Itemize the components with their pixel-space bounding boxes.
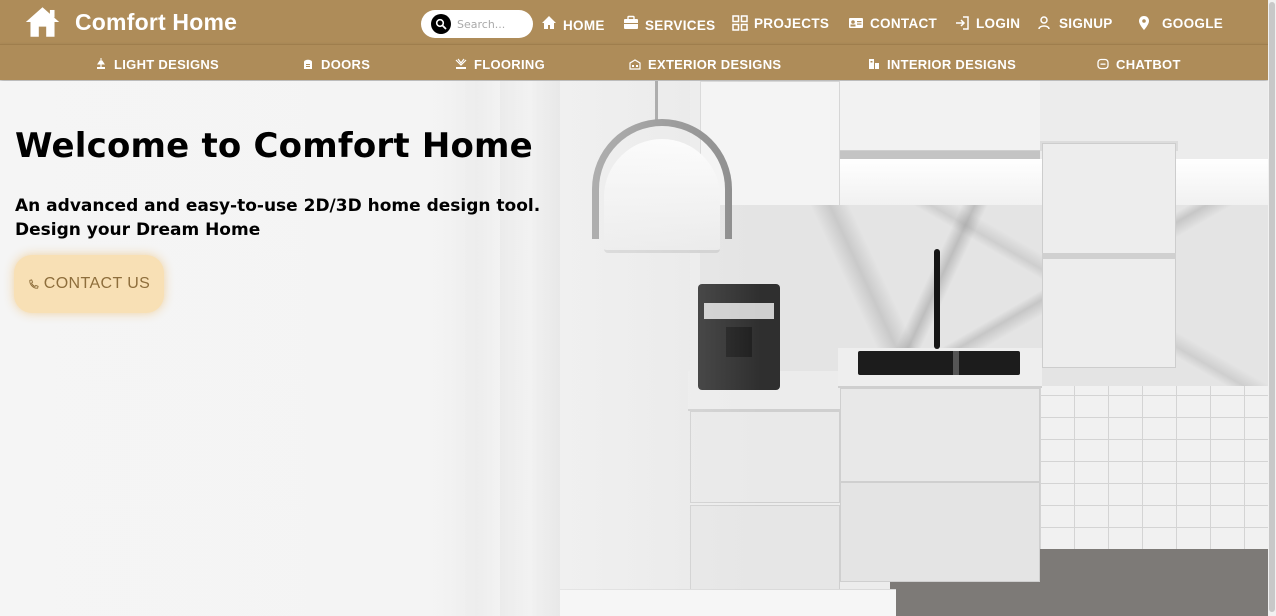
top-navbar: Comfort Home HOME SERVICES PROJECTS CONT… xyxy=(0,0,1268,44)
scene-faucet xyxy=(934,249,940,349)
chatbot-icon xyxy=(1097,58,1109,70)
nav-google-label: GOOGLE xyxy=(1162,15,1224,31)
lamp-icon xyxy=(97,58,105,69)
contact-us-button[interactable]: CONTACT US xyxy=(14,255,164,313)
nav-login-label: LOGIN xyxy=(976,15,1021,31)
briefcase-icon xyxy=(624,15,638,29)
subnav-flooring-label: FLOORING xyxy=(474,56,546,72)
scene-sink-drawer-top xyxy=(840,388,1040,482)
brand-logo-link[interactable]: Comfort Home xyxy=(24,5,237,39)
nav-google[interactable]: GOOGLE xyxy=(1136,11,1223,35)
user-lock-icon xyxy=(1038,16,1050,30)
subnav-doors-label: DOORS xyxy=(321,56,371,72)
nav-projects[interactable]: PROJECTS xyxy=(732,11,829,35)
nav-services[interactable]: SERVICES xyxy=(623,11,715,35)
contact-card-icon xyxy=(849,18,863,28)
nav-projects-label: PROJECTS xyxy=(754,15,830,31)
nav-home-label: HOME xyxy=(563,17,605,33)
subnav-exterior-designs-label: EXTERIOR DESIGNS xyxy=(648,56,782,72)
nav-signup[interactable]: SIGNUP xyxy=(1037,11,1113,35)
nav-contact[interactable]: CONTACT xyxy=(848,11,937,35)
brand-name: Comfort Home xyxy=(75,8,238,35)
category-navbar: LIGHT DESIGNS DOORS FLOORING EXTERIOR DE… xyxy=(0,44,1268,80)
search-input[interactable] xyxy=(457,17,527,31)
grid-icon xyxy=(732,15,748,31)
subnav-doors[interactable]: DOORS xyxy=(302,56,370,72)
contact-us-label: CONTACT US xyxy=(43,275,151,292)
subnav-chatbot[interactable]: CHATBOT xyxy=(1097,56,1181,72)
nav-signup-label: SIGNUP xyxy=(1059,15,1113,31)
search-icon[interactable] xyxy=(431,14,451,34)
hero-subtitle-line1: An advanced and easy-to-use 2D/3D home d… xyxy=(15,196,541,216)
home-icon xyxy=(542,16,556,29)
map-pin-icon xyxy=(1139,16,1149,30)
hero-section: Welcome to Comfort Home An advanced and … xyxy=(0,81,1268,616)
search-box xyxy=(421,10,533,38)
subnav-light-designs-label: LIGHT DESIGNS xyxy=(114,56,220,72)
scene-tall-cabinet-gap xyxy=(1042,253,1176,259)
flooring-icon xyxy=(455,58,467,69)
scene-sink-divider xyxy=(953,351,959,375)
nav-home[interactable]: HOME xyxy=(541,11,605,35)
subnav-flooring[interactable]: FLOORING xyxy=(455,56,545,72)
subnav-exterior-designs[interactable]: EXTERIOR DESIGNS xyxy=(629,56,781,72)
subnav-interior-designs[interactable]: INTERIOR DESIGNS xyxy=(868,56,1016,72)
building-icon xyxy=(629,59,641,70)
subnav-chatbot-label: CHATBOT xyxy=(1116,56,1181,72)
interior-icon xyxy=(869,59,879,69)
phone-icon xyxy=(29,278,39,289)
nav-services-label: SERVICES xyxy=(645,17,716,33)
scene-sink-drawer-bottom xyxy=(840,482,1040,582)
login-icon xyxy=(956,16,969,30)
nav-contact-label: CONTACT xyxy=(870,15,938,31)
subnav-interior-designs-label: INTERIOR DESIGNS xyxy=(887,56,1017,72)
hero-subtitle: An advanced and easy-to-use 2D/3D home d… xyxy=(15,194,540,242)
page-scrollbar[interactable] xyxy=(1268,0,1276,616)
door-icon xyxy=(304,59,312,69)
nav-login[interactable]: LOGIN xyxy=(954,11,1020,35)
scene-upper-cabinet-right xyxy=(840,81,1040,151)
hero-title: Welcome to Comfort Home xyxy=(15,126,533,166)
subnav-light-designs[interactable]: LIGHT DESIGNS xyxy=(95,56,219,72)
scene-sink xyxy=(858,351,1020,375)
scrollbar-thumb[interactable] xyxy=(1269,2,1275,612)
home-logo-icon xyxy=(25,7,60,37)
hero-subtitle-line2: Design your Dream Home xyxy=(15,220,261,240)
